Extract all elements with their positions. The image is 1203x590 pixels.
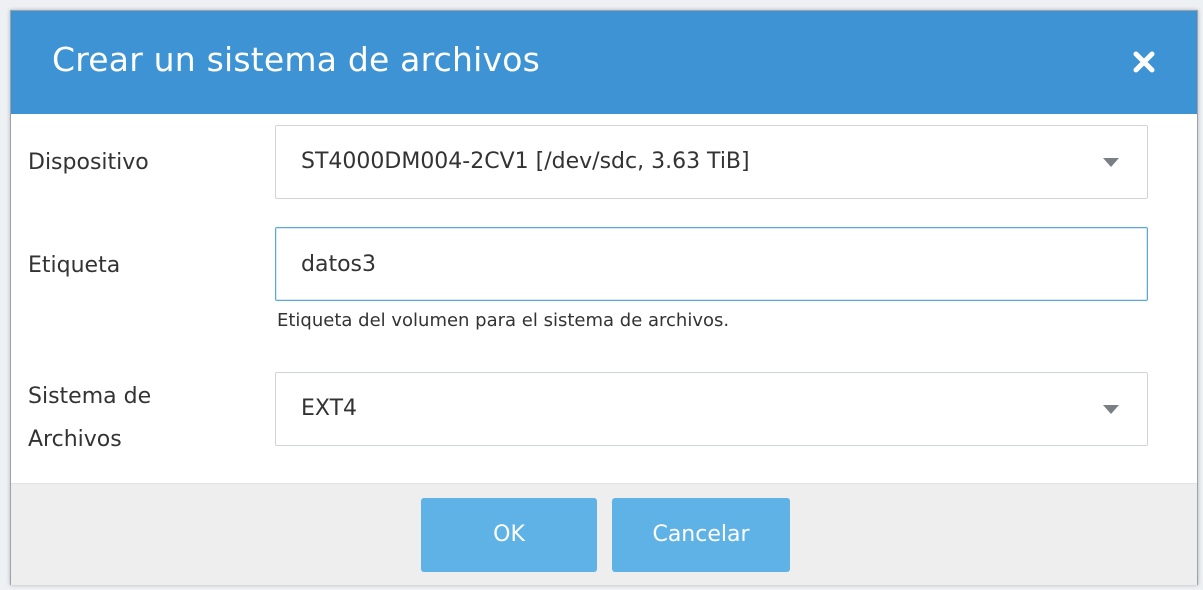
dialog-titlebar: Crear un sistema de archivos (11, 11, 1197, 114)
filesystem-select[interactable]: EXT4 (275, 372, 1148, 446)
filesystem-label-line2: Archivos (28, 427, 122, 452)
chevron-down-icon (1103, 158, 1119, 167)
device-select[interactable]: ST4000DM004-2CV1 [/dev/sdc, 3.63 TiB] (275, 125, 1148, 199)
filesystem-select-value: EXT4 (301, 396, 358, 421)
volume-label-field[interactable] (275, 227, 1148, 301)
device-select-value: ST4000DM004-2CV1 [/dev/sdc, 3.63 TiB] (301, 149, 750, 174)
filesystem-label-line1: Sistema de (28, 384, 152, 409)
volume-label-label: Etiqueta (28, 253, 121, 278)
close-button[interactable] (1127, 45, 1161, 79)
ok-button[interactable]: OK (421, 498, 597, 572)
close-icon (1133, 51, 1155, 73)
cancel-button[interactable]: Cancelar (612, 498, 790, 572)
chevron-down-icon (1103, 405, 1119, 414)
dialog-title: Crear un sistema de archivos (52, 40, 540, 79)
device-label: Dispositivo (28, 150, 149, 175)
volume-label-input[interactable] (276, 228, 1147, 300)
create-filesystem-dialog: Crear un sistema de archivos Dispositivo… (10, 10, 1198, 585)
dialog-footer: OK Cancelar (11, 483, 1197, 585)
volume-label-help: Etiqueta del volumen para el sistema de … (277, 310, 730, 331)
